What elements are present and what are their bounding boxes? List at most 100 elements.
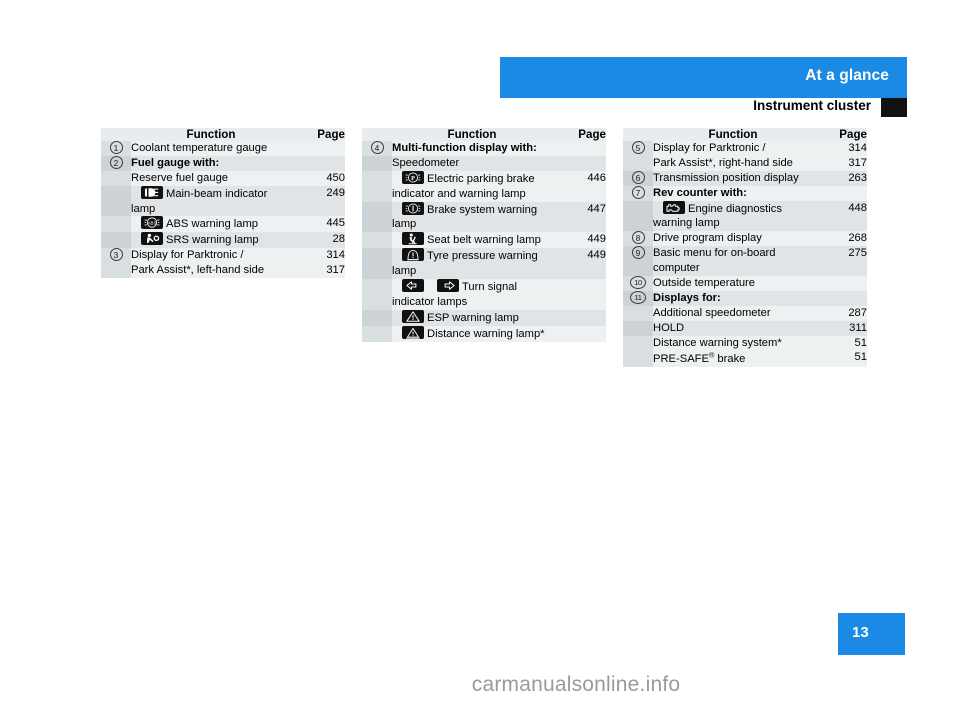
- row-function-label: SRS warning lamp: [166, 234, 259, 247]
- table-row: P Electric parking brake indicator and wa…: [362, 170, 606, 202]
- header-cell-page: Page: [552, 128, 606, 141]
- row-page-cell: 311: [813, 320, 867, 336]
- row-page-cell: [813, 290, 867, 306]
- row-function-cell: HOLD: [653, 320, 813, 336]
- header-cell-function: Function: [392, 128, 552, 141]
- row-function-cell: Turn signal indicator lamps: [392, 279, 552, 310]
- row-function-label: Transmission position display: [653, 171, 799, 184]
- row-function-cell: Main-beam indicator lamp: [131, 185, 291, 217]
- table-row: ESP warning lamp: [362, 309, 606, 326]
- row-index-cell: [101, 185, 131, 217]
- row-page-cell: 450: [291, 170, 345, 186]
- row-function-cell: Brake system warning lamp: [392, 201, 552, 233]
- row-index-cell: 2: [101, 155, 131, 171]
- row-function-label: Fuel gauge with:: [131, 156, 220, 169]
- distance-warning-icon: [402, 325, 424, 339]
- table-header-row: Function Page: [623, 128, 867, 141]
- table-row: 1 Coolant temperature gauge: [101, 141, 345, 156]
- row-function-cell: Speedometer: [392, 155, 552, 171]
- row-function-cell: Coolant temperature gauge: [131, 141, 291, 156]
- row-index-cell: 8: [623, 231, 653, 247]
- row-page-cell: [552, 325, 606, 342]
- table-row: 3 Display for Parktronic / Park Assist*, l…: [101, 248, 345, 279]
- row-page-cell: 263: [813, 170, 867, 186]
- row-function-label: ABS warning lamp: [166, 218, 259, 231]
- header-cell-page: Page: [813, 128, 867, 141]
- row-function-cell: ABS ABS warning lamp: [131, 216, 291, 233]
- table-row: Distance warning system* PRE-SAFE® brake 5…: [623, 335, 867, 368]
- row-function-label: Outside temperature: [653, 277, 755, 290]
- row-function-cell: Drive program display: [653, 231, 813, 247]
- row-function-cell: Engine diagnostics warning lamp: [653, 200, 813, 232]
- circled-number-11: 11: [630, 290, 646, 304]
- table-row: 7 Rev counter with:: [623, 185, 867, 201]
- header-cell-function: Function: [653, 128, 813, 141]
- row-page-cell: 275: [813, 246, 867, 277]
- row-function-label: Basic menu for on-board computer: [653, 247, 776, 275]
- row-page-cell: 314 317: [813, 141, 867, 171]
- esp-warning-icon: [402, 309, 424, 323]
- row-function-label: Displays for:: [653, 291, 721, 304]
- row-function-cell: Multi-function display with:: [392, 141, 552, 156]
- watermark: carmanualsonline.info: [0, 673, 960, 697]
- row-function-cell: Display for Parktronic / Park Assist*, le…: [131, 248, 291, 279]
- table-row: Distance warning lamp*: [362, 325, 606, 342]
- row-function-label: Seat belt warning lamp: [427, 234, 541, 247]
- row-page-cell: [813, 185, 867, 201]
- table-row: Brake system warning lamp 447: [362, 201, 606, 233]
- function-table-right: Function Page 5 Display for Parktronic / Par…: [623, 128, 867, 368]
- row-function-label: Reserve fuel gauge: [131, 171, 229, 184]
- row-function-cell: Basic menu for on-board computer: [653, 246, 813, 277]
- circled-number-8: 8: [631, 231, 645, 245]
- row-page-cell: 51 51: [813, 335, 867, 368]
- srs-warning-icon: [141, 232, 163, 246]
- row-function-cell: Transmission position display: [653, 170, 813, 186]
- function-table-left: Function Page 1 Coolant temperature gauge 2…: [101, 128, 345, 279]
- function-table-middle: Function Page 4 Multi-function display with…: [362, 128, 606, 342]
- row-function-cell: SRS warning lamp: [131, 232, 291, 249]
- row-index-cell: [623, 335, 653, 368]
- header-cell-index: [101, 128, 131, 141]
- row-function-cell: Rev counter with:: [653, 185, 813, 201]
- row-page-cell: 249: [291, 185, 345, 217]
- row-index-cell: [362, 170, 392, 202]
- row-page-cell: 448: [813, 200, 867, 232]
- header-cell-function: Function: [131, 128, 291, 141]
- row-page-cell: 28: [291, 232, 345, 249]
- table-row: Seat belt warning lamp 449: [362, 232, 606, 249]
- table-row: HOLD 311: [623, 320, 867, 336]
- row-function-label: Drive program display: [653, 232, 762, 245]
- turn-signal-right-icon: [437, 279, 459, 293]
- table-row: Speedometer: [362, 155, 606, 171]
- row-index-cell: [101, 216, 131, 233]
- page-number: 13: [852, 624, 869, 641]
- row-page-cell: [552, 279, 606, 310]
- circled-number-4: 4: [370, 141, 384, 154]
- brake-system-warning-icon: [402, 201, 424, 215]
- table-row: 10 Outside temperature: [623, 276, 867, 291]
- table-row: 5 Display for Parktronic / Park Assist*, r…: [623, 141, 867, 171]
- table-row: Reserve fuel gauge 450: [101, 170, 345, 186]
- row-function-label: Display for Parktronic / Park Assist*, ri…: [653, 142, 793, 169]
- table-row: Main-beam indicator lamp 249: [101, 185, 345, 217]
- table-row: 11 Displays for:: [623, 290, 867, 306]
- page-number-badge: 13: [838, 613, 905, 655]
- circled-number-1: 1: [109, 141, 123, 154]
- header-cell-index: [362, 128, 392, 141]
- table-header-row: Function Page: [101, 128, 345, 141]
- row-function-cell: P Electric parking brake indicator and wa…: [392, 170, 552, 202]
- row-function-cell: Reserve fuel gauge: [131, 170, 291, 186]
- circled-number-9: 9: [631, 246, 645, 260]
- circled-number-7: 7: [631, 185, 645, 199]
- circled-number-3: 3: [109, 248, 123, 262]
- svg-text:P: P: [411, 175, 415, 182]
- row-function-cell: Tyre pressure warning lamp: [392, 248, 552, 280]
- row-function-label: Speedometer: [392, 156, 460, 169]
- table-row: Engine diagnostics warning lamp 448: [623, 200, 867, 232]
- table-row: Additional speedometer 287: [623, 305, 867, 321]
- row-function-label: Distance warning system* PRE-SAFE® brake: [653, 336, 782, 366]
- row-function-cell: Distance warning lamp*: [392, 325, 552, 342]
- tyre-pressure-warning-icon: [402, 248, 424, 262]
- table-row: 4 Multi-function display with:: [362, 141, 606, 156]
- table-row: 6 Transmission position display 263: [623, 170, 867, 186]
